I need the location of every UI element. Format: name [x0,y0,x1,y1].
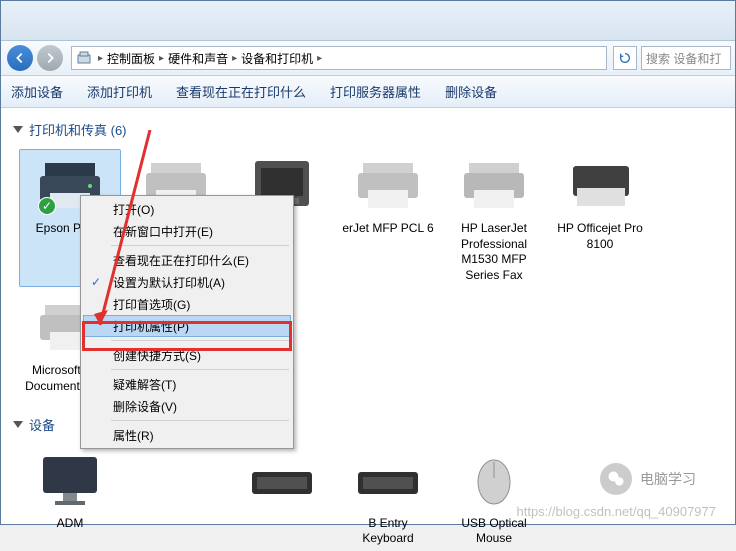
menu-open[interactable]: 打开(O) [83,198,291,220]
context-menu: 打开(O) 在新窗口中打开(E) 查看现在正在打印什么(E) ✓ 设置为默认打印… [80,195,294,449]
printers-section-header[interactable]: 打印机和传真 (6) [13,120,723,139]
watermark-text: 电脑学习 [640,469,696,489]
default-check-icon: ✓ [38,197,56,215]
collapse-icon [13,421,23,428]
printer-icon [348,153,428,217]
section-title: 设备 [29,415,55,434]
breadcrumb-item[interactable]: 设备和打印机 [239,50,315,67]
toolbar: 添加设备 添加打印机 查看现在正在打印什么 打印服务器属性 删除设备 [1,76,735,108]
printer-item[interactable]: erJet MFP PCL 6 [337,149,439,287]
device-label: B Entry Keyboard [341,516,435,547]
wechat-icon [600,463,632,495]
device-label: ADM [23,516,117,532]
device-label: USB Optical Mouse [447,516,541,547]
keyboard-icon [242,448,322,512]
refresh-button[interactable] [613,46,637,70]
device-icon [136,448,216,512]
remove-device-button[interactable]: 删除设备 [445,82,497,101]
check-icon: ✓ [91,275,101,289]
add-device-button[interactable]: 添加设备 [11,82,63,101]
nav-bar: ▸ 控制面板 ▸ 硬件和声音 ▸ 设备和打印机 ▸ 搜索 设备和打 [1,41,735,76]
devices-grid: ADM B Entry Keyboard USB Optical Mouse [19,444,723,551]
chevron-right-icon: ▸ [232,53,237,64]
menu-create-shortcut[interactable]: 创建快捷方式(S) [83,344,291,366]
csdn-watermark: https://blog.csdn.net/qq_40907977 [517,504,717,519]
menu-properties[interactable]: 属性(R) [83,424,291,446]
menu-label: 设置为默认打印机(A) [113,274,225,291]
menu-separator [111,369,289,370]
mouse-icon [454,448,534,512]
section-title: 打印机和传真 (6) [29,120,127,139]
menu-set-default[interactable]: ✓ 设置为默认打印机(A) [83,271,291,293]
menu-print-prefs[interactable]: 打印首选项(G) [83,293,291,315]
device-item[interactable] [231,444,333,551]
titlebar [1,1,735,41]
printer-item[interactable]: HP Officejet Pro 8100 [549,149,651,287]
breadcrumb-item[interactable]: 控制面板 [105,50,157,67]
device-label: HP LaserJet Professional M1530 MFP Serie… [447,221,541,283]
search-input[interactable]: 搜索 设备和打 [641,46,731,70]
printer-icon [560,153,640,217]
view-printing-button[interactable]: 查看现在正在打印什么 [176,82,306,101]
server-props-button[interactable]: 打印服务器属性 [330,82,421,101]
monitor-icon [30,448,110,512]
breadcrumb-item[interactable]: 硬件和声音 [166,50,230,67]
printer-icon [454,153,534,217]
devices-icon [76,50,92,66]
menu-view-printing[interactable]: 查看现在正在打印什么(E) [83,249,291,271]
printer-item[interactable]: HP LaserJet Professional M1530 MFP Serie… [443,149,545,287]
keyboard-icon [348,448,428,512]
menu-troubleshoot[interactable]: 疑难解答(T) [83,373,291,395]
breadcrumb[interactable]: ▸ 控制面板 ▸ 硬件和声音 ▸ 设备和打印机 ▸ [71,46,607,70]
menu-open-new-window[interactable]: 在新窗口中打开(E) [83,220,291,242]
device-item[interactable] [125,444,227,551]
collapse-icon [13,126,23,133]
device-label: erJet MFP PCL 6 [341,221,435,237]
menu-separator [111,245,289,246]
chevron-right-icon: ▸ [317,53,322,64]
wechat-watermark: 电脑学习 [600,463,696,495]
menu-remove[interactable]: 删除设备(V) [83,395,291,417]
add-printer-button[interactable]: 添加打印机 [87,82,152,101]
device-label: HP Officejet Pro 8100 [553,221,647,252]
device-item[interactable]: USB Optical Mouse [443,444,545,551]
menu-separator [111,420,289,421]
back-button[interactable] [7,45,33,71]
chevron-right-icon: ▸ [98,53,103,64]
menu-printer-props[interactable]: 打印机属性(P) [83,315,291,337]
menu-separator [111,340,289,341]
chevron-right-icon: ▸ [159,53,164,64]
forward-button[interactable] [37,45,63,71]
device-item[interactable]: ADM [19,444,121,551]
device-item[interactable]: B Entry Keyboard [337,444,439,551]
